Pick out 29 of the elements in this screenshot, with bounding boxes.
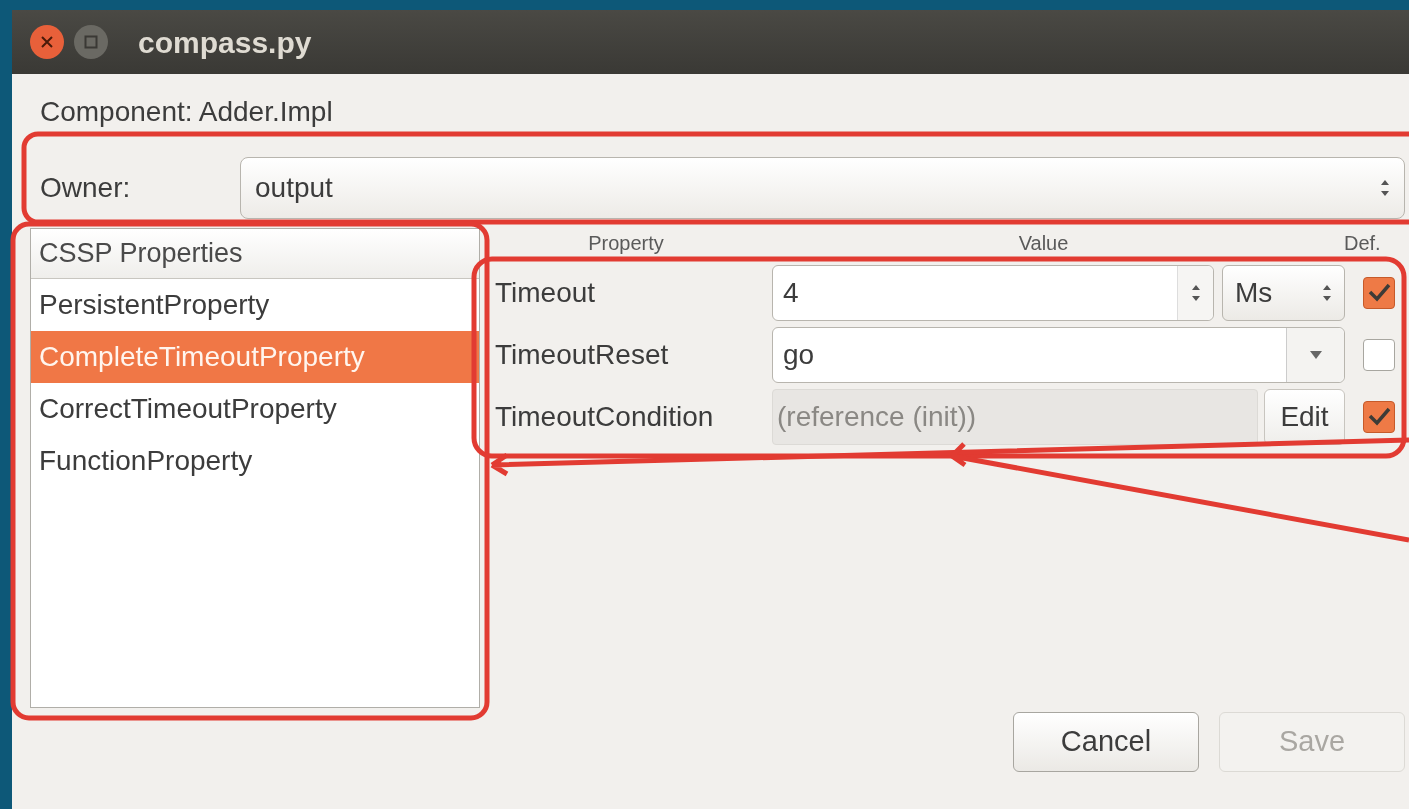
field-value: go [782, 338, 816, 372]
default-checkbox[interactable] [1363, 339, 1395, 371]
check-icon [1367, 283, 1391, 303]
timeout-spin-field[interactable]: 4 [772, 265, 1214, 321]
property-name: TimeoutReset [495, 338, 670, 372]
maximize-icon [84, 35, 98, 49]
owner-combo[interactable]: output [240, 157, 1405, 219]
field-value: 4 [782, 276, 800, 310]
property-name: Timeout [495, 276, 597, 310]
default-checkbox[interactable] [1363, 277, 1395, 309]
unit-combo[interactable]: Ms [1222, 265, 1345, 321]
window-title: compass.py [138, 24, 312, 61]
owner-label: Owner: [40, 171, 132, 205]
component-label: Component: Adder.Impl [40, 95, 333, 129]
column-header: Def. [1344, 232, 1382, 254]
value-combo[interactable]: go [772, 327, 1345, 383]
column-header: Value [1017, 232, 1070, 254]
property-list-item[interactable]: PersistentProperty [31, 279, 479, 331]
property-list-item[interactable]: CorrectTimeoutProperty [31, 383, 479, 435]
check-icon [1367, 407, 1391, 427]
maximize-button[interactable] [74, 25, 108, 59]
property-name: TimeoutCondition [495, 400, 715, 434]
owner-value: output [255, 171, 333, 205]
close-icon [41, 36, 53, 48]
property-list-item[interactable]: FunctionProperty [31, 435, 479, 487]
close-button[interactable] [30, 25, 64, 59]
dropdown-arrow-icon [1308, 350, 1323, 360]
column-header: Property [587, 232, 665, 254]
dialog-button[interactable]: Cancel [1013, 712, 1199, 772]
